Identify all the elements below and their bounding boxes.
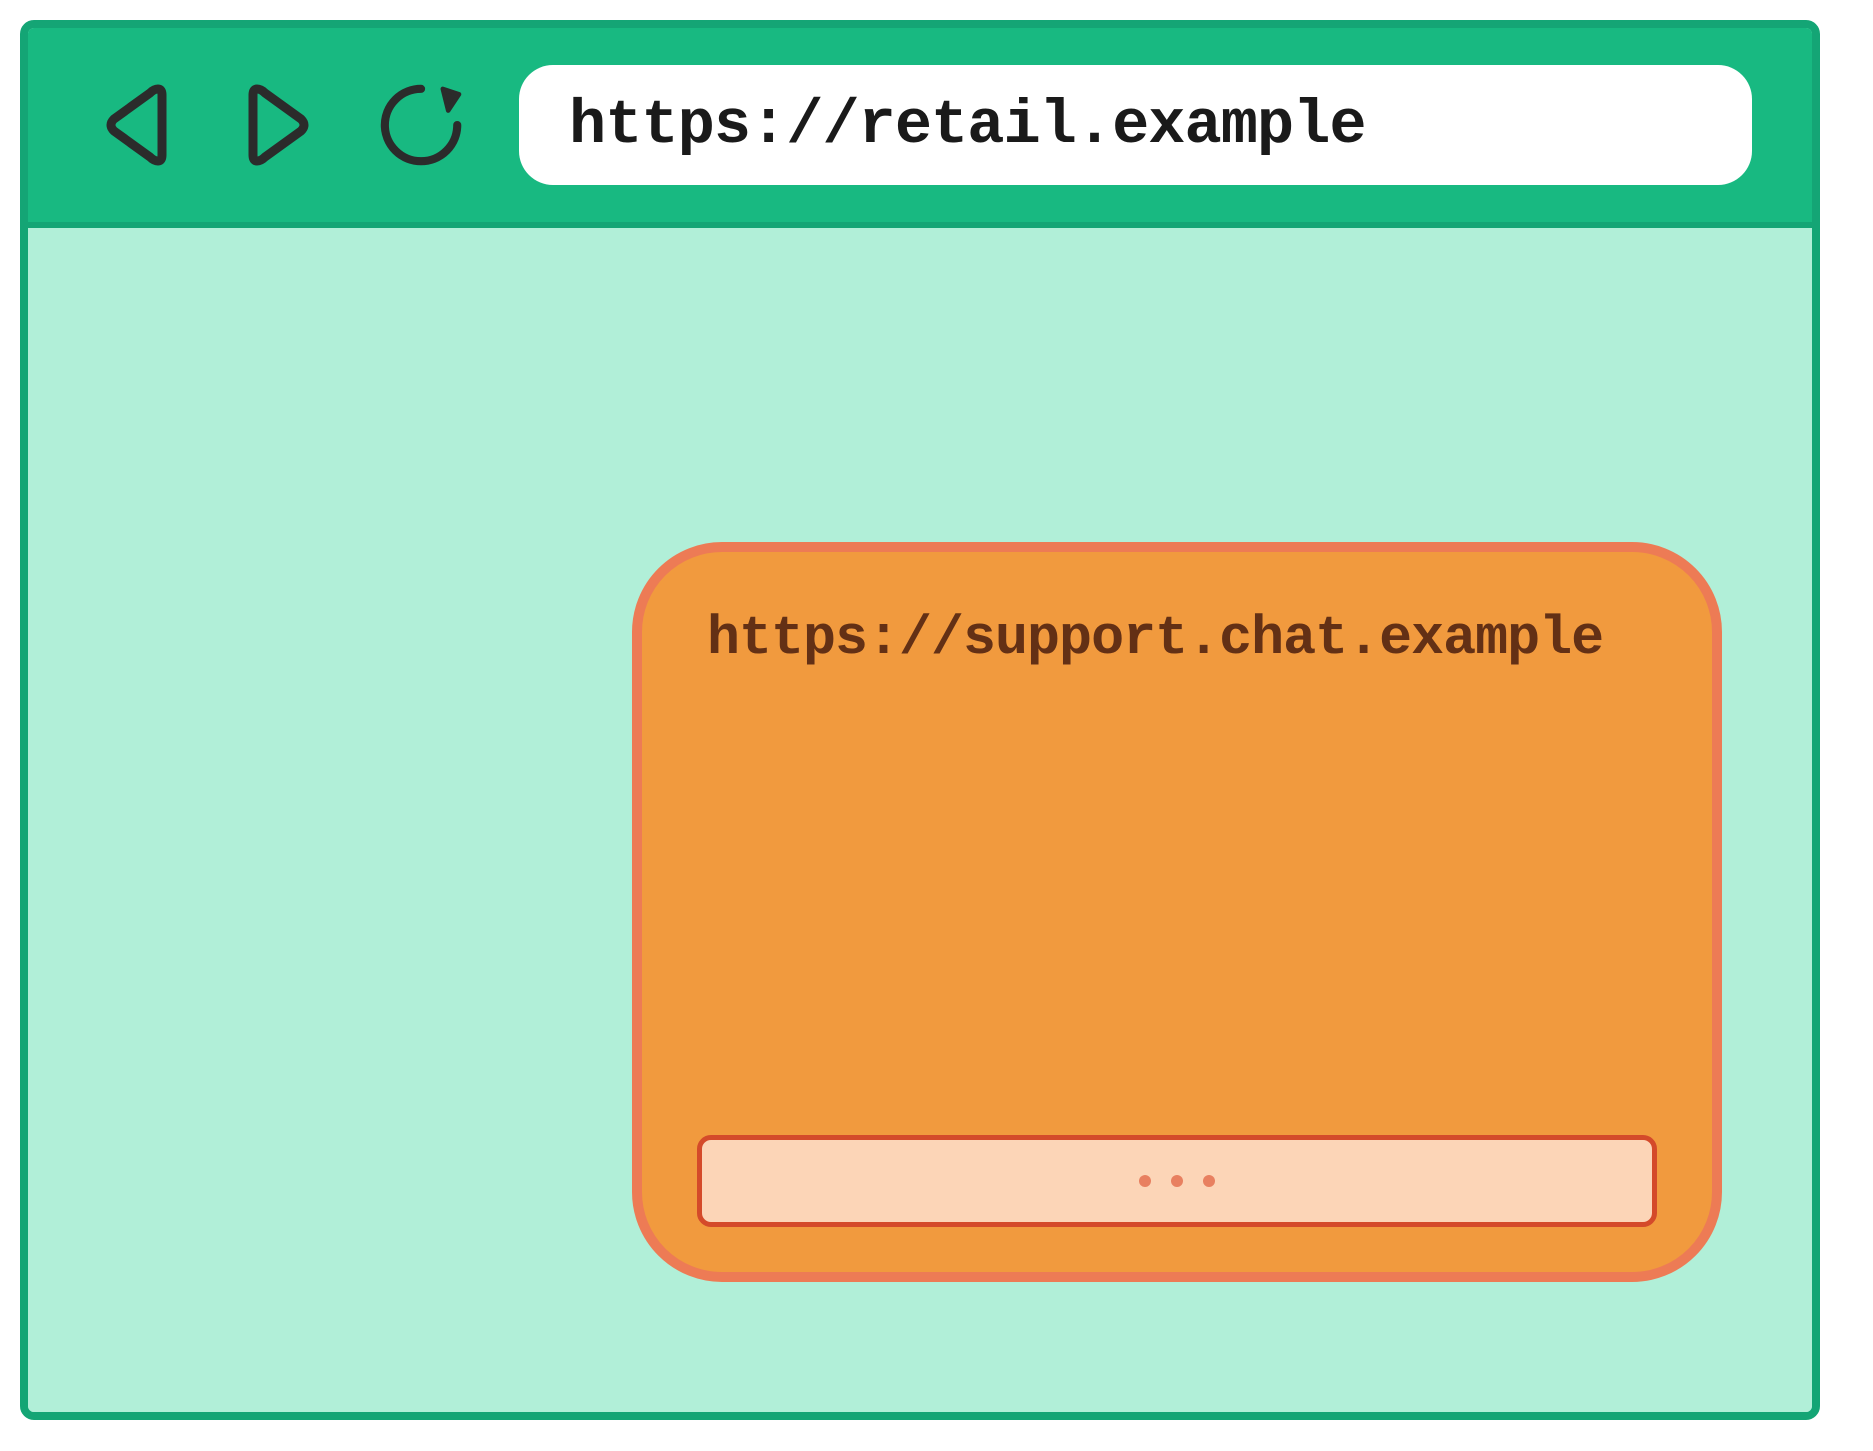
back-button[interactable] [88, 78, 183, 173]
address-bar[interactable]: https://retail.example [519, 65, 1752, 185]
forward-button[interactable] [231, 78, 326, 173]
browser-toolbar: https://retail.example [28, 28, 1812, 228]
chat-widget-url: https://support.chat.example [697, 607, 1657, 670]
browser-content: https://support.chat.example [28, 228, 1812, 1412]
back-icon [100, 79, 172, 171]
browser-window: https://retail.example https://support.c… [20, 20, 1820, 1420]
reload-button[interactable] [374, 78, 469, 173]
reload-icon [374, 73, 469, 178]
nav-buttons [88, 78, 469, 173]
chat-input[interactable] [697, 1135, 1657, 1227]
chat-widget: https://support.chat.example [632, 542, 1722, 1282]
address-bar-url: https://retail.example [569, 90, 1366, 161]
ellipsis-icon [1139, 1175, 1215, 1187]
forward-icon [243, 79, 315, 171]
